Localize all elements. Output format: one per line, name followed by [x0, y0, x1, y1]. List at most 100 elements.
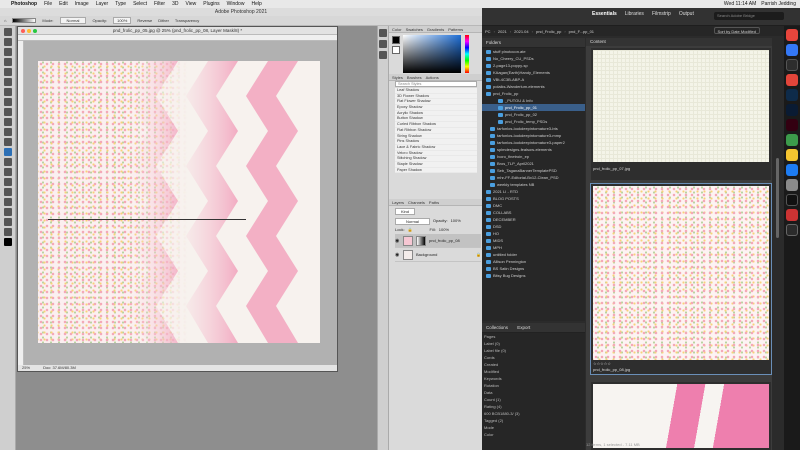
- folder-item[interactable]: untitled folder: [482, 251, 585, 258]
- filter-item[interactable]: Color: [482, 431, 585, 438]
- breadcrumb-item[interactable]: PC: [485, 29, 491, 34]
- filter-item[interactable]: Cords: [482, 354, 585, 361]
- zoom-level[interactable]: 25%: [22, 365, 30, 370]
- indesign-app-icon[interactable]: [786, 119, 798, 131]
- trash-icon[interactable]: [786, 224, 798, 236]
- folder-item[interactable]: 2021 LI - RTD: [482, 188, 585, 195]
- shape-tool-icon[interactable]: [4, 208, 12, 216]
- filter-item[interactable]: Pages: [482, 333, 585, 340]
- color-picker-field[interactable]: [403, 35, 461, 73]
- folder-item[interactable]: stuff plnotocon.ate: [482, 48, 585, 55]
- menu-filter[interactable]: Filter: [154, 1, 165, 7]
- marquee-tool-icon[interactable]: [4, 38, 12, 46]
- folder-item[interactable]: Seb_TaganaBannerTemplatePSD: [482, 167, 585, 174]
- folder-item[interactable]: Allison Pennington: [482, 258, 585, 265]
- breadcrumb-item[interactable]: 2021.04: [514, 29, 528, 34]
- dither-checkbox[interactable]: Dither: [158, 18, 169, 23]
- thumbnail-image[interactable]: [593, 50, 769, 162]
- blur-tool-icon[interactable]: [4, 158, 12, 166]
- fill-input[interactable]: 100%: [439, 227, 449, 232]
- lasso-tool-icon[interactable]: [4, 48, 12, 56]
- thumbnail-image[interactable]: [593, 384, 769, 448]
- menu-edit[interactable]: Edit: [59, 1, 68, 7]
- bridge-search-input[interactable]: Search Adobe Bridge: [714, 12, 784, 20]
- artwork-canvas[interactable]: [38, 61, 320, 343]
- menu-window[interactable]: Window: [227, 1, 245, 7]
- breadcrumb-item[interactable]: 2021: [498, 29, 507, 34]
- notes-icon[interactable]: [786, 149, 798, 161]
- history-brush-tool-icon[interactable]: [4, 128, 12, 136]
- folder-item[interactable]: weekly templates NB: [482, 181, 585, 188]
- tab-filmstrip[interactable]: Filmstrip: [652, 11, 671, 17]
- folder-item[interactable]: DECEMBER: [482, 216, 585, 223]
- background-swatch[interactable]: [392, 46, 400, 54]
- zoom-tool-icon[interactable]: [4, 228, 12, 236]
- folder-item[interactable]: tarfonlos-lookdeepintomature3-bts: [482, 125, 585, 132]
- hand-tool-icon[interactable]: [4, 218, 12, 226]
- safari-icon[interactable]: [786, 44, 798, 56]
- filter-item[interactable]: Mode: [482, 424, 585, 431]
- folder-item[interactable]: VBt-4C3B-ABP-A: [482, 76, 585, 83]
- folder-item[interactable]: Bitsy Bug Designs: [482, 272, 585, 279]
- frame-tool-icon[interactable]: [4, 78, 12, 86]
- opacity-input[interactable]: 100%: [113, 17, 132, 24]
- crop-tool-icon[interactable]: [4, 68, 12, 76]
- filter-item[interactable]: Keywords: [482, 375, 585, 382]
- folder-item[interactable]: mhr-FF-Editorial-Bx12-Clean_PSD: [482, 174, 585, 181]
- layer-name[interactable]: Background: [416, 252, 437, 257]
- folder-item[interactable]: HO: [482, 230, 585, 237]
- folders-title[interactable]: Folders: [482, 38, 585, 48]
- folder-item[interactable]: KAagan(Earth)Handy_Elements: [482, 69, 585, 76]
- thumbnail-caption[interactable]: pnd_frolic_pp_08.jpg: [593, 367, 630, 372]
- thumbnail-card[interactable]: pnd_frolic_pp_07.jpg: [591, 48, 771, 180]
- menu-view[interactable]: View: [186, 1, 197, 7]
- user-name[interactable]: Parrish Jedding: [761, 1, 796, 7]
- tab-output[interactable]: Output: [679, 11, 694, 17]
- foreground-swatch[interactable]: [392, 36, 400, 44]
- mode-select[interactable]: Normal: [59, 17, 87, 24]
- breadcrumb-item[interactable]: pnd_F...pp_01: [569, 29, 594, 34]
- tab-styles[interactable]: Styles: [392, 74, 403, 80]
- folder-item[interactable]: MIDS: [482, 237, 585, 244]
- filter-item[interactable]: Modified: [482, 368, 585, 375]
- tab-channels[interactable]: Channels: [408, 199, 425, 205]
- tab-libraries[interactable]: Libraries: [625, 11, 644, 17]
- thumbnail-caption[interactable]: pnd_frolic_pp_07.jpg: [593, 166, 630, 171]
- menu-layer[interactable]: Layer: [96, 1, 109, 7]
- layer-mask-thumbnail[interactable]: [416, 235, 426, 246]
- folder-item[interactable]: tarfonlos-lookdeepintomature3-mmp: [482, 132, 585, 139]
- folder-item[interactable]: splmdesigns-fealsow-elements: [482, 146, 585, 153]
- folder-item[interactable]: BLOG POSTS: [482, 195, 585, 202]
- clock[interactable]: Wed 11:14 AM: [724, 1, 756, 7]
- sort-dropdown[interactable]: Sort by Date Modified: [713, 27, 760, 34]
- filter-item[interactable]: 600 BCB1880-3/ (3): [482, 410, 585, 417]
- mail-icon[interactable]: [786, 59, 798, 71]
- filter-item[interactable]: Rotation: [482, 382, 585, 389]
- bridge-app-icon[interactable]: [786, 89, 798, 101]
- history-icon[interactable]: [379, 29, 387, 37]
- tab-export[interactable]: Export: [517, 325, 530, 330]
- home-icon[interactable]: ⌂: [4, 18, 6, 23]
- blend-mode-select[interactable]: Normal: [395, 218, 430, 225]
- tab-color[interactable]: Color: [392, 26, 402, 32]
- healing-tool-icon[interactable]: [4, 98, 12, 106]
- folder-item[interactable]: pnd_Frolic_pp_02: [482, 111, 585, 118]
- transparency-checkbox[interactable]: Transparency: [175, 18, 199, 23]
- calendar-icon[interactable]: [786, 74, 798, 86]
- photoshop-app-icon[interactable]: [786, 104, 798, 116]
- layer-kind-filter[interactable]: Kind: [395, 208, 416, 215]
- content-scrollbar[interactable]: [776, 158, 779, 238]
- brush-tool-icon[interactable]: [4, 108, 12, 116]
- folder-item[interactable]: BS Satin Designs: [482, 265, 585, 272]
- eraser-tool-icon[interactable]: [4, 138, 12, 146]
- tab-actions[interactable]: Actions: [426, 74, 439, 80]
- tab-layers[interactable]: Layers: [392, 199, 404, 205]
- properties-icon[interactable]: [379, 40, 387, 48]
- layer-name[interactable]: pnd_frolic_pp_08: [429, 238, 460, 243]
- style-item[interactable]: Paper Shadow: [395, 167, 477, 174]
- tab-gradients[interactable]: Gradients: [427, 26, 444, 32]
- tab-essentials[interactable]: Essentials: [592, 11, 617, 17]
- content-title[interactable]: Content: [586, 38, 772, 46]
- zoom-window-icon[interactable]: [33, 29, 37, 33]
- chrome-icon[interactable]: [786, 29, 798, 41]
